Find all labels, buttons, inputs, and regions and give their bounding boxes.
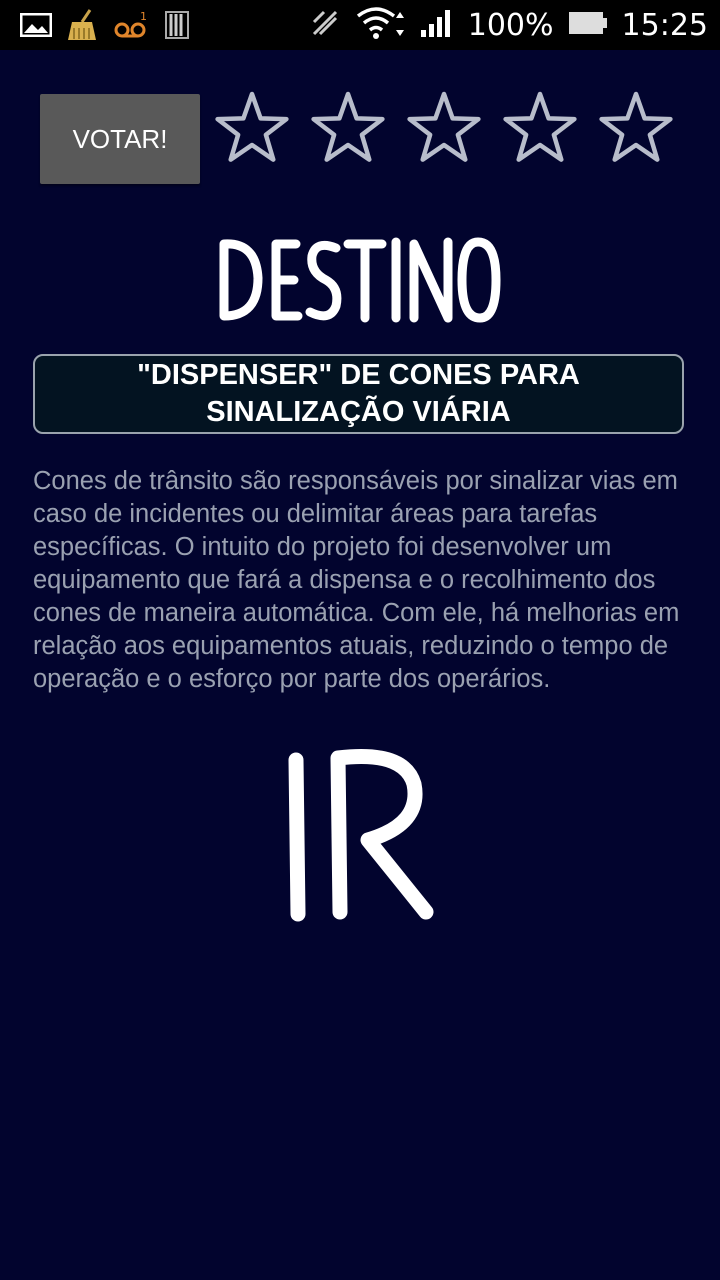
go-button[interactable] [276, 744, 440, 926]
rating-stars[interactable] [214, 90, 674, 166]
sim-icon [164, 10, 190, 45]
vote-button[interactable]: VOTAR! [40, 94, 200, 184]
voicemail-icon: 1 [114, 10, 150, 45]
star-icon[interactable] [310, 90, 386, 166]
destino-logo [219, 237, 501, 323]
star-icon[interactable] [598, 90, 674, 166]
star-icon[interactable] [214, 90, 290, 166]
wifi-icon [356, 6, 406, 45]
cell-signal-icon [420, 8, 454, 43]
project-title: "DISPENSER" DE CONES PARA SINALIZAÇÃO VI… [33, 354, 684, 434]
gallery-icon [19, 12, 53, 42]
svg-text:1: 1 [140, 10, 147, 23]
battery-percent: 100% [467, 7, 554, 43]
battery-icon [568, 11, 608, 40]
status-bar: 1 100% 15:25 [0, 0, 720, 50]
star-icon[interactable] [502, 90, 578, 166]
clock: 15:25 [621, 7, 708, 43]
cleaner-icon [66, 8, 100, 47]
signal-off-icon [310, 8, 342, 43]
project-description: Cones de trânsito são responsáveis por s… [33, 467, 680, 693]
star-icon[interactable] [406, 90, 482, 166]
